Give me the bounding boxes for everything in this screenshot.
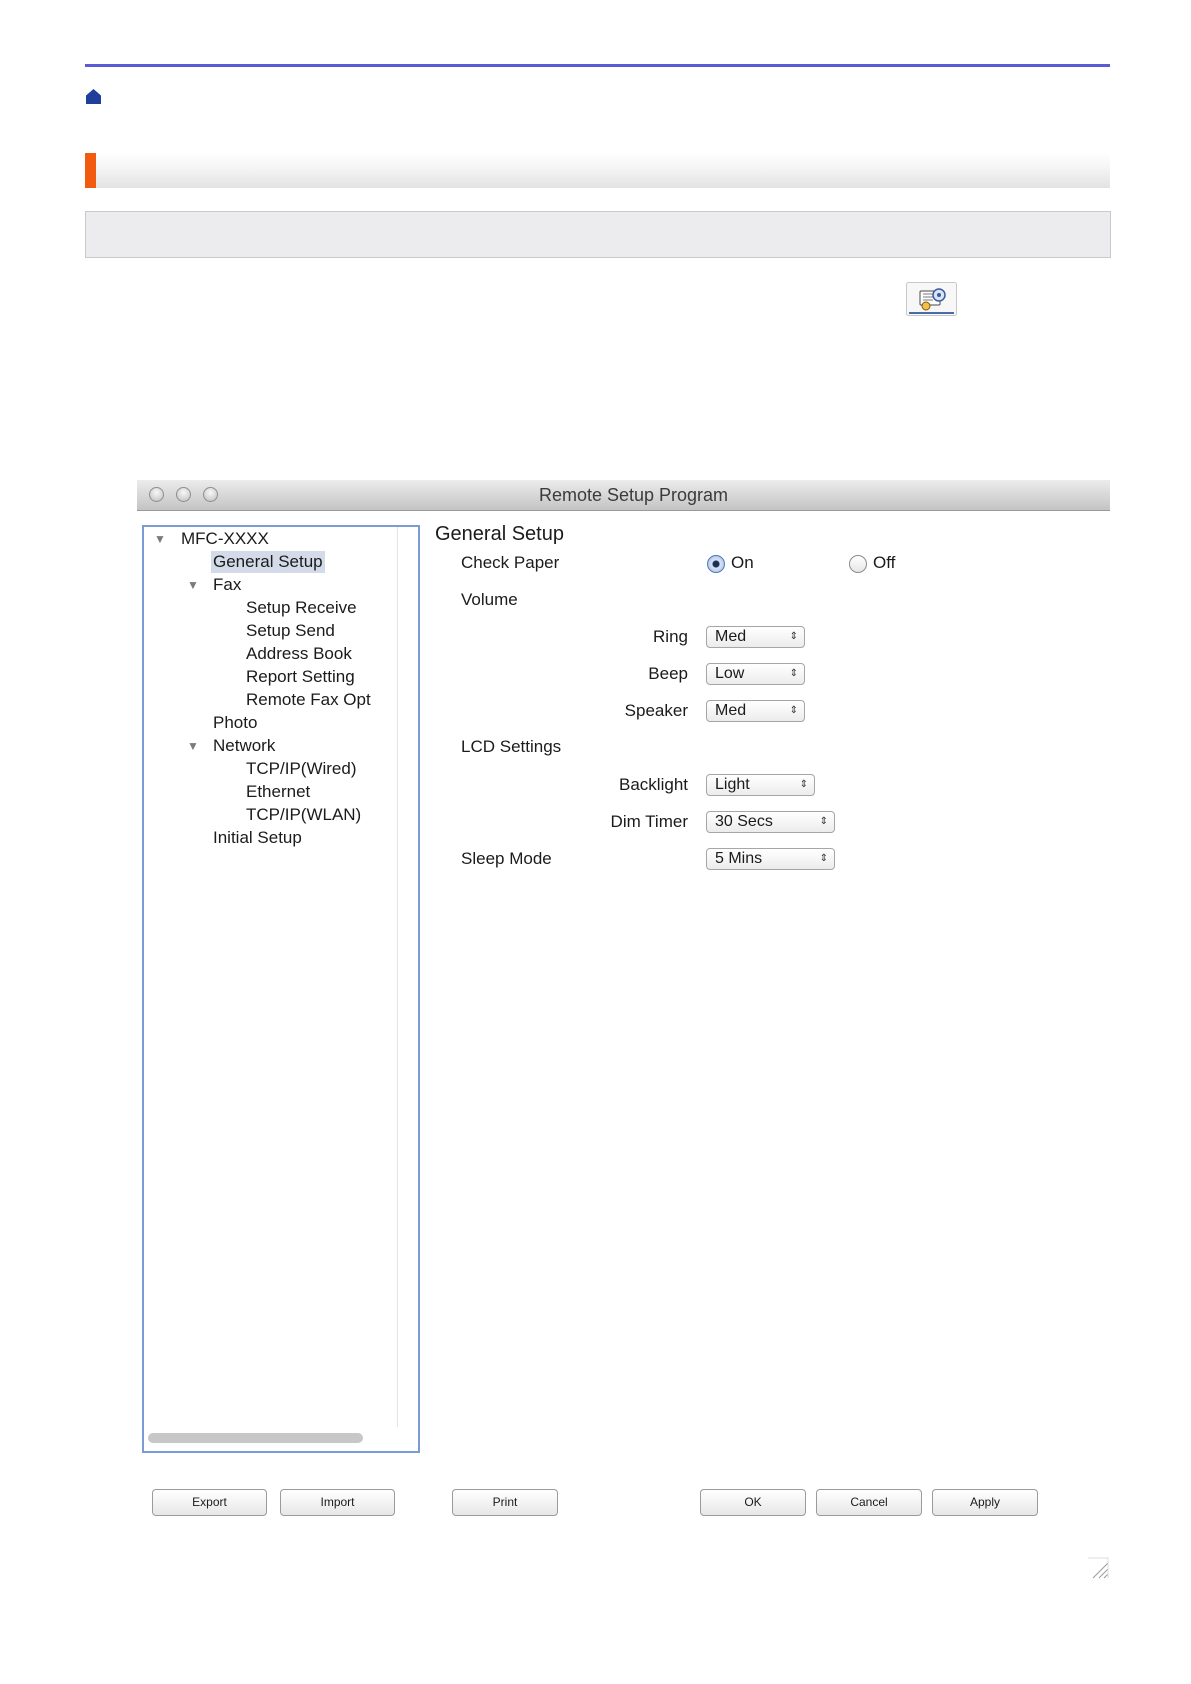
tree-item-tcpip-wlan[interactable]: TCP/IP(WLAN) [246, 804, 361, 826]
stepper-arrows-icon: ⇕ [789, 668, 798, 679]
ok-button[interactable]: OK [700, 1489, 806, 1516]
print-button[interactable]: Print [452, 1489, 558, 1516]
tree-scroll-thumb[interactable] [148, 1433, 363, 1443]
tree-vertical-scrollbar[interactable] [397, 527, 418, 1427]
check-paper-off-radio[interactable] [849, 555, 867, 573]
dim-timer-value: 30 Secs [715, 813, 773, 830]
tree-item-report-setting[interactable]: Report Setting [246, 666, 355, 688]
disclosure-triangle-icon[interactable]: ▼ [187, 574, 199, 596]
beep-label: Beep [648, 664, 688, 683]
tree-item-setup-send[interactable]: Setup Send [246, 620, 335, 642]
window-titlebar: Remote Setup Program [137, 480, 1110, 511]
tree-item-network[interactable]: Network [213, 735, 275, 757]
tree-item-photo[interactable]: Photo [213, 712, 257, 734]
home-icon[interactable] [85, 88, 102, 105]
tree-item-address-book[interactable]: Address Book [246, 643, 352, 665]
disclosure-triangle-icon[interactable]: ▼ [154, 528, 166, 550]
backlight-select[interactable]: Light ⇕ [706, 774, 815, 796]
tree-item-general-setup[interactable]: General Setup [211, 551, 325, 573]
ring-select[interactable]: Med ⇕ [706, 626, 805, 648]
export-button[interactable]: Export [152, 1489, 267, 1516]
tree-item-remote-fax-opt[interactable]: Remote Fax Opt [246, 689, 371, 711]
speaker-select[interactable]: Med ⇕ [706, 700, 805, 722]
remote-setup-window: Remote Setup Program ▼ MFC-XXXX General … [137, 480, 1110, 1520]
backlight-label: Backlight [619, 775, 688, 794]
section-header-bar [85, 153, 1110, 188]
check-paper-on-label[interactable]: On [731, 552, 754, 574]
beep-value: Low [715, 665, 745, 682]
check-paper-on-radio[interactable] [707, 555, 725, 573]
tree-item-setup-receive[interactable]: Setup Receive [246, 597, 357, 619]
backlight-value: Light [715, 776, 750, 793]
beep-select[interactable]: Low ⇕ [706, 663, 805, 685]
sleep-mode-label: Sleep Mode [461, 849, 552, 868]
dim-timer-label: Dim Timer [610, 812, 688, 831]
section-accent [85, 153, 96, 188]
stepper-arrows-icon: ⇕ [789, 631, 798, 642]
lcd-settings-label: LCD Settings [461, 737, 562, 756]
tree-root[interactable]: MFC-XXXX [181, 528, 269, 550]
settings-tree[interactable]: ▼ MFC-XXXX General Setup ▼ Fax Setup Rec… [142, 525, 420, 1453]
ring-value: Med [715, 628, 747, 645]
speaker-label: Speaker [624, 701, 688, 720]
tree-item-initial-setup[interactable]: Initial Setup [213, 827, 302, 849]
apply-button[interactable]: Apply [932, 1489, 1038, 1516]
ring-label: Ring [653, 627, 688, 646]
cancel-button[interactable]: Cancel [816, 1489, 922, 1516]
import-button[interactable]: Import [280, 1489, 395, 1516]
tree-item-tcpip-wired[interactable]: TCP/IP(Wired) [246, 758, 357, 780]
window-title: Remote Setup Program [538, 485, 729, 505]
stepper-arrows-icon: ⇕ [819, 853, 828, 864]
panel-title: General Setup [435, 523, 564, 545]
speaker-value: Med [715, 702, 747, 719]
tree-item-ethernet[interactable]: Ethernet [246, 781, 310, 803]
remote-setup-icon[interactable] [906, 282, 957, 316]
sleep-mode-value: 5 Mins [715, 850, 763, 867]
resize-grip-icon[interactable] [1087, 1557, 1109, 1579]
tree-item-fax[interactable]: Fax [213, 574, 241, 596]
disclosure-triangle-icon[interactable]: ▼ [187, 735, 199, 757]
check-paper-off-label[interactable]: Off [873, 552, 895, 574]
volume-label: Volume [461, 590, 518, 609]
dim-timer-select[interactable]: 30 Secs ⇕ [706, 811, 835, 833]
note-box [85, 211, 1111, 258]
stepper-arrows-icon: ⇕ [819, 816, 828, 827]
sleep-mode-select[interactable]: 5 Mins ⇕ [706, 848, 835, 870]
stepper-arrows-icon: ⇕ [799, 779, 808, 790]
check-paper-label: Check Paper [461, 553, 560, 572]
top-rule [85, 64, 1110, 67]
stepper-arrows-icon: ⇕ [789, 705, 798, 716]
